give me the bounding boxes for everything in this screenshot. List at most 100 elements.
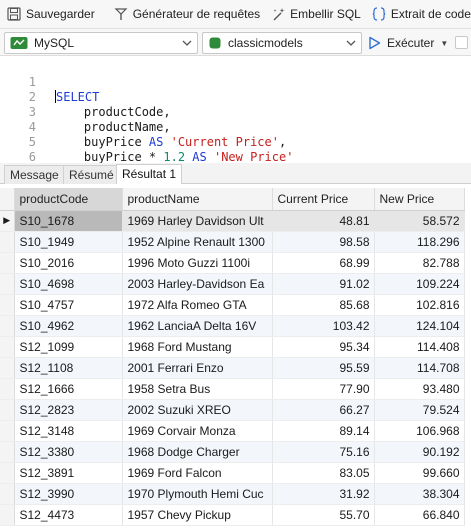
table-row[interactable]: S12_3891 1969 Ford Falcon 83.05 99.660 <box>0 462 465 484</box>
results-grid[interactable]: productCode productName Current Price Ne… <box>0 188 471 529</box>
row-header[interactable] <box>0 504 15 526</box>
cell-productname[interactable]: 1962 LanciaA Delta 16V <box>122 315 273 337</box>
table-row[interactable]: S12_1108 2001 Ferrari Enzo 95.59 114.708 <box>0 357 465 379</box>
column-header-productcode[interactable]: productCode <box>14 188 123 211</box>
cell-new-price[interactable]: 109.224 <box>374 273 465 295</box>
cell-new-price[interactable]: 114.408 <box>374 336 465 358</box>
row-header[interactable] <box>0 441 15 463</box>
cell-productcode[interactable]: S12_3380 <box>14 441 123 463</box>
cell-current-price[interactable]: 48.81 <box>272 210 375 232</box>
cell-current-price[interactable]: 83.05 <box>272 462 375 484</box>
cell-current-price[interactable]: 75.16 <box>272 441 375 463</box>
cell-productname[interactable]: 1957 Chevy Pickup <box>122 504 273 526</box>
query-builder-button[interactable]: Générateur de requêtes <box>107 2 264 26</box>
cell-productcode[interactable]: S12_3891 <box>14 462 123 484</box>
cell-current-price[interactable]: 55.70 <box>272 504 375 526</box>
cell-new-price[interactable]: 102.816 <box>374 294 465 316</box>
cell-current-price[interactable]: 95.59 <box>272 357 375 379</box>
cell-productname[interactable]: 2002 Suzuki XREO <box>122 399 273 421</box>
table-row[interactable]: S10_4698 2003 Harley-Davidson Ea 91.02 109.… <box>0 273 465 295</box>
row-header[interactable] <box>0 252 15 274</box>
cell-productcode[interactable]: S10_4698 <box>14 273 123 295</box>
cell-productcode[interactable]: S12_1108 <box>14 357 123 379</box>
cell-productname[interactable]: 1996 Moto Guzzi 1100i <box>122 252 273 274</box>
cell-new-price[interactable]: 114.708 <box>374 357 465 379</box>
cell-new-price[interactable]: 90.192 <box>374 441 465 463</box>
table-row[interactable]: S12_3990 1970 Plymouth Hemi Cuc 31.92 38.30… <box>0 483 465 505</box>
cell-productcode[interactable]: S12_3990 <box>14 483 123 505</box>
cell-productname[interactable]: 1970 Plymouth Hemi Cuc <box>122 483 273 505</box>
connection-select[interactable]: MySQL <box>4 32 198 54</box>
cell-productcode[interactable]: S12_3148 <box>14 420 123 442</box>
cell-productname[interactable]: 2001 Ferrari Enzo <box>122 357 273 379</box>
row-header[interactable] <box>0 399 15 421</box>
cell-productcode[interactable]: S12_1099 <box>14 336 123 358</box>
cell-new-price[interactable]: 93.480 <box>374 378 465 400</box>
row-header[interactable] <box>0 420 15 442</box>
table-row[interactable]: S10_4962 1962 LanciaA Delta 16V 103.42 124.… <box>0 315 465 337</box>
column-header-productname[interactable]: productName <box>122 188 273 211</box>
row-header[interactable] <box>0 462 15 484</box>
cell-productname[interactable]: 1958 Setra Bus <box>122 378 273 400</box>
cell-current-price[interactable]: 77.90 <box>272 378 375 400</box>
cell-productname[interactable]: 2003 Harley-Davidson Ea <box>122 273 273 295</box>
cell-current-price[interactable]: 103.42 <box>272 315 375 337</box>
cell-productname[interactable]: 1952 Alpine Renault 1300 <box>122 231 273 253</box>
row-header[interactable] <box>0 336 15 358</box>
option-checkbox[interactable] <box>455 36 468 49</box>
row-header[interactable] <box>0 315 15 337</box>
row-header[interactable] <box>0 378 15 400</box>
row-header[interactable] <box>0 231 15 253</box>
cell-new-price[interactable]: 82.788 <box>374 252 465 274</box>
cell-new-price[interactable]: 79.524 <box>374 399 465 421</box>
cell-productcode[interactable]: S12_1666 <box>14 378 123 400</box>
cell-productcode[interactable]: S10_4757 <box>14 294 123 316</box>
cell-current-price[interactable]: 66.27 <box>272 399 375 421</box>
cell-new-price[interactable]: 124.104 <box>374 315 465 337</box>
cell-current-price[interactable]: 98.58 <box>272 231 375 253</box>
cell-productname[interactable]: 1969 Ford Falcon <box>122 462 273 484</box>
cell-productname[interactable]: 1968 Ford Mustang <box>122 336 273 358</box>
cell-productname[interactable]: 1969 Corvair Monza <box>122 420 273 442</box>
cell-productcode[interactable]: S10_4962 <box>14 315 123 337</box>
cell-new-price[interactable]: 118.296 <box>374 231 465 253</box>
table-row[interactable]: S10_1949 1952 Alpine Renault 1300 98.58 118… <box>0 231 465 253</box>
cell-productcode[interactable]: S10_1949 <box>14 231 123 253</box>
row-header[interactable] <box>0 357 15 379</box>
cell-current-price[interactable]: 95.34 <box>272 336 375 358</box>
cell-current-price[interactable]: 91.02 <box>272 273 375 295</box>
cell-productname[interactable]: 1969 Harley Davidson Ult <box>122 210 273 232</box>
tab-summary[interactable]: Résumé <box>63 165 120 184</box>
cell-new-price[interactable]: 38.304 <box>374 483 465 505</box>
run-button[interactable]: Exécuter ▼ <box>368 34 448 52</box>
row-header[interactable] <box>0 273 15 295</box>
cell-new-price[interactable]: 106.968 <box>374 420 465 442</box>
code-snippet-button[interactable]: Extrait de code <box>365 2 471 26</box>
cell-current-price[interactable]: 68.99 <box>272 252 375 274</box>
row-header[interactable] <box>0 483 15 505</box>
cell-productname[interactable]: 1968 Dodge Charger <box>122 441 273 463</box>
cell-productcode[interactable]: S12_2823 <box>14 399 123 421</box>
tab-message[interactable]: Message <box>4 165 65 184</box>
table-row[interactable]: S12_3148 1969 Corvair Monza 89.14 106.968 <box>0 420 465 442</box>
cell-current-price[interactable]: 89.14 <box>272 420 375 442</box>
cell-productcode[interactable]: S10_2016 <box>14 252 123 274</box>
table-row[interactable]: ▶ S10_1678 1969 Harley Davidson Ult 48.81 58… <box>0 210 465 232</box>
cell-new-price[interactable]: 66.840 <box>374 504 465 526</box>
table-row[interactable]: S12_4473 1957 Chevy Pickup 55.70 66.840 <box>0 504 465 526</box>
cell-new-price[interactable]: 99.660 <box>374 462 465 484</box>
cell-productname[interactable]: 1972 Alfa Romeo GTA <box>122 294 273 316</box>
table-row[interactable]: S12_3380 1968 Dodge Charger 75.16 90.192 <box>0 441 465 463</box>
beautify-sql-button[interactable]: Embellir SQL <box>264 2 365 26</box>
cell-new-price[interactable]: 58.572 <box>374 210 465 232</box>
sql-editor[interactable]: 1 SELECT 2 productCode, 3 productName, 4… <box>0 57 471 179</box>
row-header[interactable] <box>0 294 15 316</box>
save-button[interactable]: Sauvegarder <box>0 2 99 26</box>
database-select[interactable]: classicmodels <box>202 32 362 54</box>
table-row[interactable]: S12_2823 2002 Suzuki XREO 66.27 79.524 <box>0 399 465 421</box>
cell-current-price[interactable]: 31.92 <box>272 483 375 505</box>
column-header-current-price[interactable]: Current Price <box>272 188 375 211</box>
table-row[interactable]: S12_1099 1968 Ford Mustang 95.34 114.408 <box>0 336 465 358</box>
run-dropdown-icon[interactable]: ▼ <box>440 39 448 48</box>
tab-result-1[interactable]: Résultat 1 <box>116 164 183 184</box>
